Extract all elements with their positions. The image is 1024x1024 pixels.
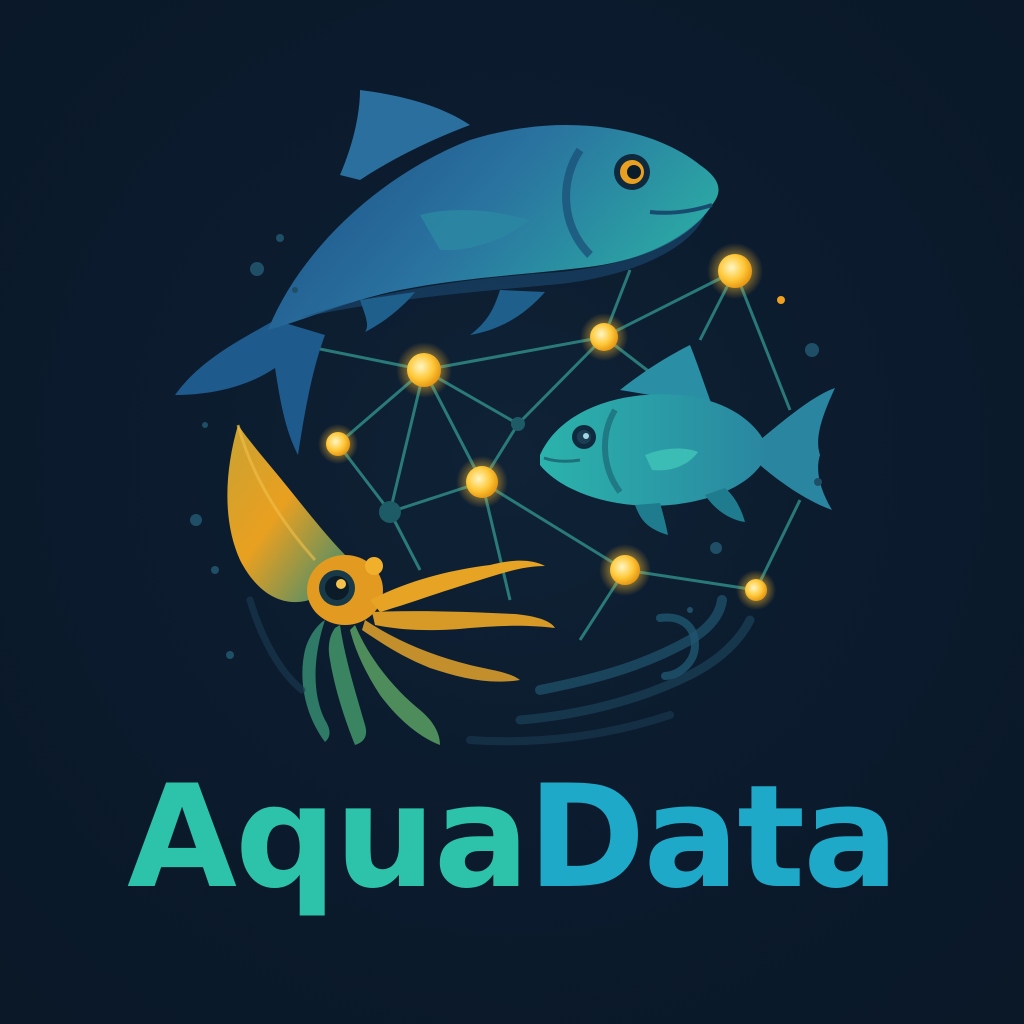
wordmark-data: Data — [527, 755, 899, 920]
brand-wordmark: AquaData — [0, 748, 1024, 928]
logo-canvas: AquaData — [0, 0, 1024, 1024]
small-fish-icon — [540, 345, 835, 535]
emblem — [175, 90, 835, 746]
wordmark-aqua: Aqua — [127, 755, 529, 920]
